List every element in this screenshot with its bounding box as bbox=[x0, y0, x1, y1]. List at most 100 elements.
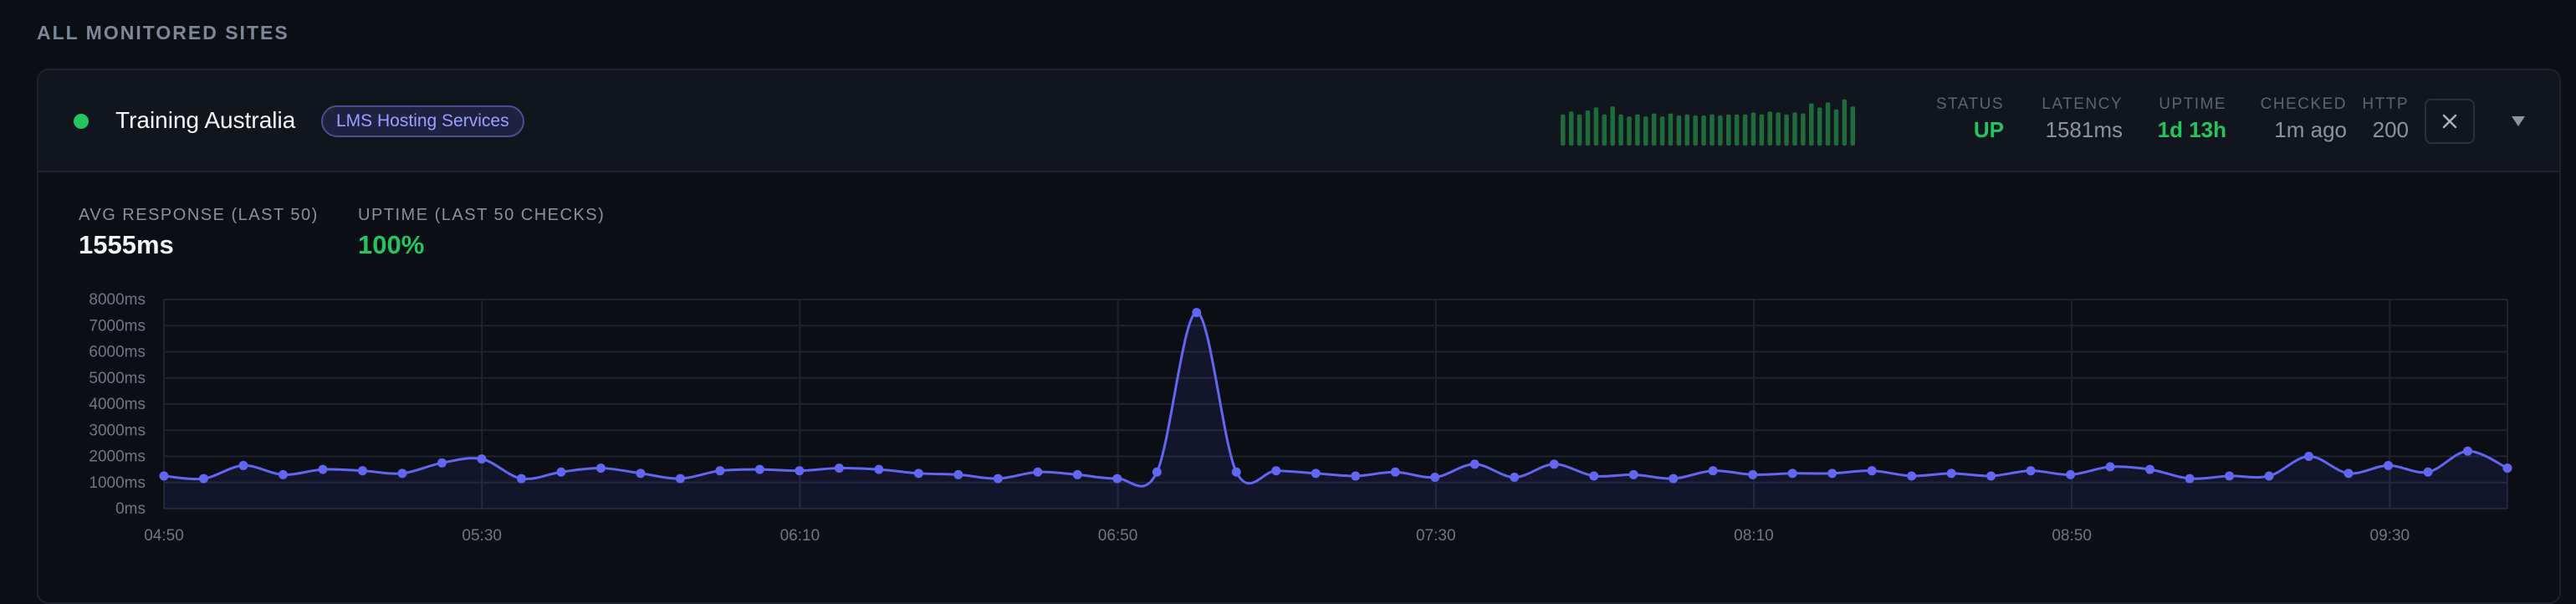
sparkline-bar bbox=[1751, 112, 1756, 146]
data-point[interactable] bbox=[556, 467, 566, 477]
data-point[interactable] bbox=[238, 460, 248, 470]
data-point[interactable] bbox=[1946, 468, 1956, 479]
data-point[interactable] bbox=[1469, 459, 1480, 469]
data-point[interactable] bbox=[397, 468, 407, 479]
data-point[interactable] bbox=[2264, 471, 2274, 481]
data-point[interactable] bbox=[1669, 473, 1679, 484]
data-point[interactable] bbox=[1510, 473, 1520, 482]
sparkline-bar bbox=[1726, 114, 1731, 146]
sparkline-bar bbox=[1684, 114, 1689, 146]
data-point[interactable] bbox=[1112, 473, 1122, 484]
data-point[interactable] bbox=[2463, 446, 2473, 456]
data-point[interactable] bbox=[1430, 473, 1440, 482]
y-tick-label: 8000ms bbox=[89, 291, 146, 309]
data-point[interactable] bbox=[993, 473, 1003, 484]
uptime-metric-value: 100% bbox=[358, 230, 425, 259]
sparkline-bar bbox=[1759, 114, 1765, 146]
data-point[interactable] bbox=[715, 466, 725, 476]
data-point[interactable] bbox=[1271, 466, 1281, 476]
sparkline-bar bbox=[1801, 113, 1806, 146]
stat-status-label: STATUS bbox=[1935, 95, 2004, 113]
y-tick-label: 5000ms bbox=[89, 370, 146, 387]
data-point[interactable] bbox=[2185, 473, 2195, 484]
stat-uptime-label: UPTIME bbox=[2159, 95, 2226, 113]
stat-http-value: 200 bbox=[2372, 117, 2409, 142]
data-point[interactable] bbox=[1907, 471, 1917, 481]
data-point[interactable] bbox=[1708, 466, 1718, 476]
data-point[interactable] bbox=[1152, 467, 1162, 477]
data-point[interactable] bbox=[2225, 471, 2235, 481]
close-button[interactable] bbox=[2425, 99, 2475, 144]
chevron-down-icon bbox=[2512, 116, 2525, 126]
sparkline-bar bbox=[1577, 114, 1582, 146]
expand-toggle[interactable] bbox=[2506, 109, 2531, 134]
sparkline-bar bbox=[1710, 114, 1715, 146]
series-area bbox=[164, 312, 2507, 509]
data-point[interactable] bbox=[913, 468, 923, 479]
data-point[interactable] bbox=[1628, 469, 1638, 479]
data-point[interactable] bbox=[2105, 462, 2115, 472]
sparkline-bar bbox=[1602, 114, 1607, 146]
data-point[interactable] bbox=[2423, 467, 2433, 477]
section-title: ALL MONITORED SITES bbox=[37, 22, 289, 44]
data-point[interactable] bbox=[278, 469, 288, 479]
stat-latency: LATENCY 1581ms bbox=[2012, 95, 2123, 143]
data-point[interactable] bbox=[1311, 468, 1321, 479]
data-point[interactable] bbox=[2304, 452, 2314, 461]
sparkline-bar bbox=[1593, 107, 1599, 146]
site-card-header[interactable]: Training Australia LMS Hosting Services … bbox=[38, 70, 2559, 172]
data-point[interactable] bbox=[198, 473, 208, 484]
sparkline-bar bbox=[1676, 115, 1682, 146]
sparkline-bar bbox=[1635, 114, 1640, 146]
stat-http: HTTP 200 bbox=[2355, 95, 2409, 143]
sparkline-bar bbox=[1568, 111, 1574, 146]
data-point[interactable] bbox=[1351, 471, 1361, 481]
data-point[interactable] bbox=[595, 463, 606, 473]
data-point[interactable] bbox=[2066, 469, 2076, 479]
x-tick-label: 07:30 bbox=[1416, 527, 1456, 545]
data-point[interactable] bbox=[2384, 460, 2394, 470]
data-point[interactable] bbox=[675, 473, 685, 484]
data-point[interactable] bbox=[834, 463, 844, 473]
data-point[interactable] bbox=[1986, 471, 1996, 481]
data-point[interactable] bbox=[2343, 468, 2354, 479]
stat-status-value: UP bbox=[1973, 117, 2004, 142]
data-point[interactable] bbox=[2026, 466, 2036, 476]
data-point[interactable] bbox=[1589, 471, 1599, 481]
data-point[interactable] bbox=[2145, 464, 2155, 474]
data-point[interactable] bbox=[516, 473, 526, 484]
data-point[interactable] bbox=[159, 471, 169, 481]
data-point[interactable] bbox=[1033, 467, 1043, 477]
data-point[interactable] bbox=[874, 464, 884, 474]
y-tick-label: 4000ms bbox=[89, 396, 146, 413]
data-point[interactable] bbox=[754, 464, 764, 474]
data-point[interactable] bbox=[1549, 459, 1559, 469]
data-point[interactable] bbox=[1787, 468, 1797, 479]
data-point[interactable] bbox=[1827, 468, 1837, 479]
data-point[interactable] bbox=[477, 454, 487, 464]
data-point[interactable] bbox=[795, 466, 805, 476]
sparkline-bar bbox=[1610, 106, 1615, 146]
y-tick-label: 7000ms bbox=[89, 317, 146, 335]
data-point[interactable] bbox=[1867, 466, 1877, 476]
data-point[interactable] bbox=[318, 464, 328, 474]
data-point[interactable] bbox=[357, 466, 367, 476]
x-tick-label: 08:10 bbox=[1734, 527, 1774, 545]
sparkline-bar bbox=[1718, 115, 1723, 146]
data-point[interactable] bbox=[953, 469, 963, 479]
stat-latency-value: 1581ms bbox=[2045, 117, 2124, 142]
stat-checked-value: 1m ago bbox=[2274, 117, 2347, 142]
data-point[interactable] bbox=[1390, 467, 1400, 477]
sparkline-bar bbox=[1809, 103, 1814, 146]
data-point[interactable] bbox=[2502, 463, 2512, 473]
x-tick-label: 06:50 bbox=[1098, 527, 1138, 545]
data-point[interactable] bbox=[1748, 469, 1758, 479]
data-point[interactable] bbox=[1192, 308, 1202, 318]
sparkline-bar bbox=[1792, 112, 1797, 146]
data-point[interactable] bbox=[636, 468, 646, 479]
data-point[interactable] bbox=[1072, 469, 1082, 479]
x-tick-label: 05:30 bbox=[462, 527, 502, 545]
sparkline-bar bbox=[1784, 114, 1789, 146]
data-point[interactable] bbox=[437, 458, 447, 468]
data-point[interactable] bbox=[1231, 467, 1241, 477]
